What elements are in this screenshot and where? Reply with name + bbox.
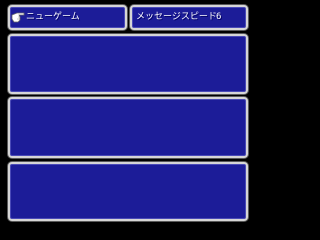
save-slot-3[interactable]	[8, 162, 248, 221]
message-speed-label: メッセージスピード	[136, 12, 217, 22]
message-speed-window[interactable]: メッセージスピード 6	[130, 5, 248, 30]
save-slot-1[interactable]	[8, 34, 248, 94]
message-speed-value: 6	[216, 12, 222, 22]
new-game-label: ニューゲーム	[26, 12, 80, 22]
save-slot-2[interactable]	[8, 97, 248, 158]
hand-pointer-icon	[11, 12, 25, 23]
new-game-window[interactable]: ニューゲーム	[8, 5, 127, 30]
